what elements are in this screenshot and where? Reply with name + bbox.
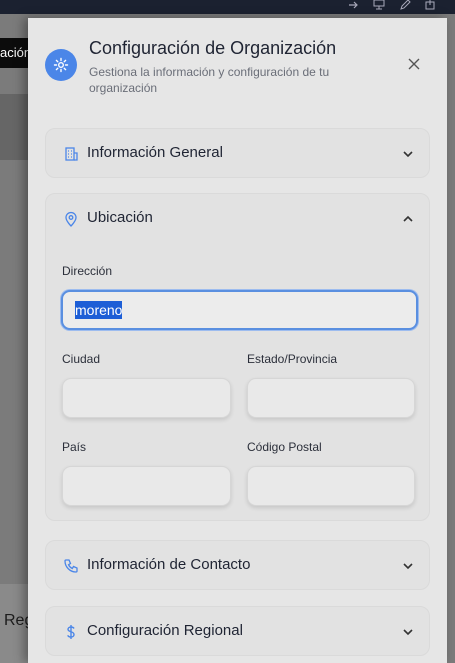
section-general-label: Información General	[87, 144, 223, 161]
map-pin-icon	[63, 211, 79, 227]
background-panel	[0, 94, 30, 160]
section-location: Ubicación Dirección moreno Ciudad Estado…	[45, 193, 430, 521]
city-label: Ciudad	[62, 352, 101, 366]
arrow-icon[interactable]	[348, 0, 360, 10]
postal-code-label: Código Postal	[247, 440, 322, 454]
section-location-header[interactable]: Ubicación	[46, 194, 429, 244]
close-icon	[408, 58, 420, 70]
dollar-icon	[63, 624, 79, 640]
country-input[interactable]	[62, 466, 231, 506]
section-regional-header[interactable]: Configuración Regional	[46, 607, 429, 657]
state-input[interactable]	[247, 378, 415, 418]
chevron-down-icon	[401, 625, 415, 639]
monitor-icon[interactable]	[373, 0, 385, 10]
export-icon[interactable]	[425, 0, 437, 10]
section-contact-label: Información de Contacto	[87, 556, 251, 573]
section-contact-header[interactable]: Información de Contacto	[46, 541, 429, 591]
chevron-up-icon	[401, 212, 415, 226]
section-general: Información General	[45, 128, 430, 178]
settings-drawer: Configuración de Organización Gestiona l…	[28, 18, 447, 663]
building-icon	[63, 146, 79, 162]
address-input[interactable]: moreno	[61, 290, 418, 330]
top-bar	[0, 0, 455, 14]
city-input[interactable]	[62, 378, 231, 418]
close-button[interactable]	[406, 56, 422, 72]
section-general-header[interactable]: Información General	[46, 129, 429, 179]
chevron-down-icon	[401, 147, 415, 161]
section-contact: Información de Contacto	[45, 540, 430, 590]
section-regional-label: Configuración Regional	[87, 622, 243, 639]
section-regional: Configuración Regional	[45, 606, 430, 656]
state-label: Estado/Provincia	[247, 352, 338, 366]
drawer-title: Configuración de Organización	[89, 38, 337, 58]
drawer-subtitle: Gestiona la información y configuración …	[89, 65, 330, 95]
settings-gear-icon	[45, 49, 77, 81]
postal-code-input[interactable]	[247, 466, 415, 506]
address-label: Dirección	[62, 264, 113, 278]
country-label: País	[62, 440, 87, 454]
chevron-down-icon	[401, 559, 415, 573]
phone-icon	[63, 558, 79, 574]
pencil-icon[interactable]	[399, 0, 411, 10]
address-value: moreno	[75, 301, 123, 319]
section-location-label: Ubicación	[87, 209, 153, 226]
